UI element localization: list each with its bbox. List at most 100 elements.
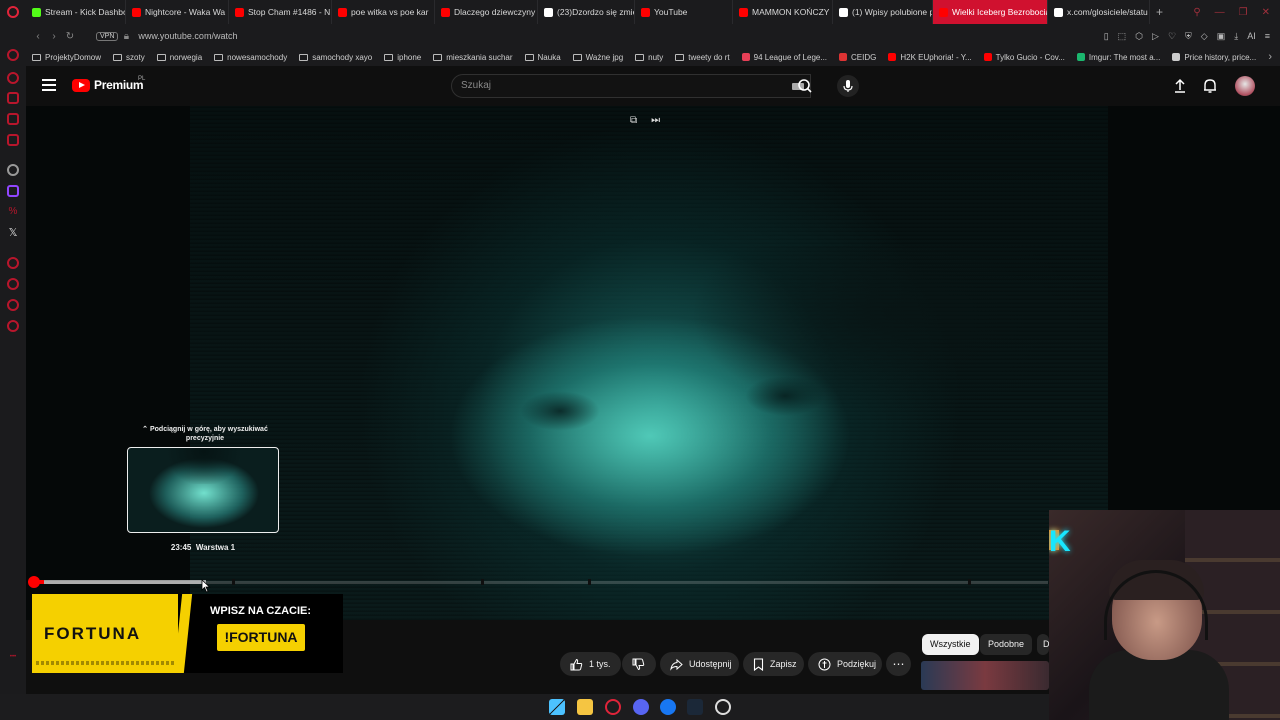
sidebar-history-icon[interactable] [7,72,19,84]
sidebar-player-icon[interactable] [7,257,19,269]
like-button[interactable]: 1 tys. [560,652,621,676]
browser-tab[interactable]: MAMMON KOŃCZY H [733,0,833,24]
ai-button[interactable]: AI [1247,31,1256,42]
thanks-icon [818,658,831,670]
new-tab-button[interactable]: + [1150,5,1169,19]
extensions-icon[interactable]: ⬡ [1135,31,1143,42]
browser-tab[interactable]: poe witka vs poe kar [332,0,435,24]
thanks-button[interactable]: Podziękuj [808,652,882,676]
bookmark-item[interactable]: iphone [378,53,427,62]
opera-logo-icon[interactable] [0,0,26,24]
miniplayer-icon[interactable]: ⧉ [630,115,637,126]
bookmarks-overflow-icon[interactable]: › [1268,51,1280,63]
tab-favicon-icon [939,7,948,17]
sidebar-aria-icon[interactable] [7,299,19,311]
download-icon[interactable]: ⤓ [1234,31,1238,42]
browser-tab[interactable]: Dlaczego dziewczyny [435,0,538,24]
voice-search-button[interactable] [837,75,859,97]
guide-menu-icon[interactable] [42,79,56,91]
browser-tab[interactable]: Wielki Iceberg Bezrobocia [933,0,1048,24]
account-avatar[interactable] [1235,76,1255,96]
notifications-button[interactable] [1200,76,1220,96]
bookmark-item[interactable]: Ważne jpg [567,53,630,62]
browser-tab[interactable]: x.com/glosiciele/statu [1048,0,1150,24]
sidebar-more-icon[interactable]: ••• [7,654,19,666]
heart-icon[interactable]: ♡ [1168,31,1176,42]
reload-icon[interactable]: ↻ [62,31,78,42]
play-icon[interactable]: ▷ [1152,31,1159,42]
file-explorer-icon[interactable] [577,699,593,715]
url-field[interactable]: www.youtube.com/watch [138,31,237,41]
app-settings-icon[interactable] [715,699,731,715]
cube-icon[interactable]: ◇ [1201,31,1208,42]
chip-all[interactable]: Wszystkie [922,634,979,655]
sidebar-clock-icon[interactable] [7,278,19,290]
sidebar-settings-icon[interactable] [7,320,19,332]
bookmark-item[interactable]: H2K EUphoria! - Y... [882,53,977,62]
menu-icon[interactable]: ≡ [1265,31,1270,42]
bookmark-item[interactable]: nuty [629,53,669,62]
forward-icon[interactable]: › [46,31,62,42]
progress-scrubber-handle[interactable] [28,576,40,588]
bookmark-icon[interactable]: ▯ [1104,31,1109,42]
chip-truncated[interactable]: D [1037,634,1049,655]
sidebar-speed-dial-icon[interactable] [7,49,19,61]
bookmark-item[interactable]: CEIDG [833,53,882,62]
share-button[interactable]: Udostępnij [660,652,739,676]
browser-tab[interactable]: (23)Dzordzo się zmie [538,0,635,24]
bookmark-item[interactable]: nowesamochody [208,53,293,62]
upload-button[interactable] [1170,76,1190,96]
more-actions-button[interactable]: ⋯ [886,652,911,676]
bookmark-item[interactable]: Price history, price... [1166,53,1262,62]
browser-tab[interactable]: Stop Cham #1486 - N [229,0,332,24]
bookmark-item[interactable]: szoty [107,53,151,62]
save-button[interactable]: Zapisz [743,652,804,676]
browser-tab[interactable]: Nightcore - Waka Wa [126,0,229,24]
bookmark-item[interactable]: ProjektyDomow [26,53,107,62]
bookmark-item[interactable]: 94 League of Lege... [736,53,833,62]
skip-icon[interactable]: ⏭ [651,115,660,126]
sidebar-percent-icon[interactable]: % [7,206,19,218]
discord-icon[interactable] [633,699,649,715]
lock-icon[interactable]: 🔒︎ [118,31,134,42]
chip-related[interactable]: Podobne [980,634,1033,655]
minimize-icon[interactable]: — [1215,7,1225,18]
back-icon[interactable]: ‹ [30,31,46,42]
bookmark-item[interactable]: Nauka [519,53,567,62]
bookmark-item[interactable]: Tylko Gucio - Cov... [978,53,1071,62]
tab-title: (23)Dzordzo się zmie [557,7,635,17]
wallet-icon[interactable]: ▣ [1217,31,1226,42]
bookmark-item[interactable]: samochody xayo [293,53,378,62]
snapshot-icon[interactable]: ⬚ [1118,31,1127,42]
search-tabs-icon[interactable]: ⚲ [1193,7,1200,18]
search-button[interactable] [791,74,819,98]
sidebar-steam-icon[interactable] [7,164,19,176]
browser-tab[interactable]: (1) Wpisy polubione p [833,0,933,24]
messenger-icon[interactable] [660,699,676,715]
youtube-logo[interactable]: Premium [72,78,144,92]
opera-taskbar-icon[interactable] [605,699,621,715]
search-input[interactable]: Szukaj [451,74,811,98]
save-icon [753,657,764,671]
bookmark-item[interactable]: mieszkania suchar [427,53,518,62]
upload-icon [1175,78,1185,93]
dislike-button[interactable] [622,652,656,676]
bookmark-favicon-icon [983,53,992,61]
vpn-badge[interactable]: VPN [96,31,119,41]
browser-tab[interactable]: Stream - Kick Dashbo [26,0,126,24]
browser-tab[interactable]: YouTube [635,0,733,24]
sidebar-messenger-icon[interactable] [7,113,19,125]
maximize-icon[interactable]: ❐ [1239,7,1248,18]
sidebar-x-icon[interactable]: 𝕏 [7,227,19,239]
vpn-icon[interactable]: ⛨ [1185,31,1192,42]
bookmark-item[interactable]: Imgur: The most a... [1071,53,1166,62]
windows-start-icon[interactable] [549,699,565,715]
steam-icon[interactable] [687,699,703,715]
bookmark-item[interactable]: norwegia [151,53,208,62]
recommended-video-thumbnail[interactable] [921,661,1049,690]
bookmark-item[interactable]: tweety do rt [669,53,735,62]
sidebar-pinboard-icon[interactable] [7,134,19,146]
sidebar-twitch-icon[interactable] [7,185,19,197]
sidebar-workspace-icon[interactable] [7,92,19,104]
close-window-icon[interactable]: ✕ [1262,7,1270,18]
